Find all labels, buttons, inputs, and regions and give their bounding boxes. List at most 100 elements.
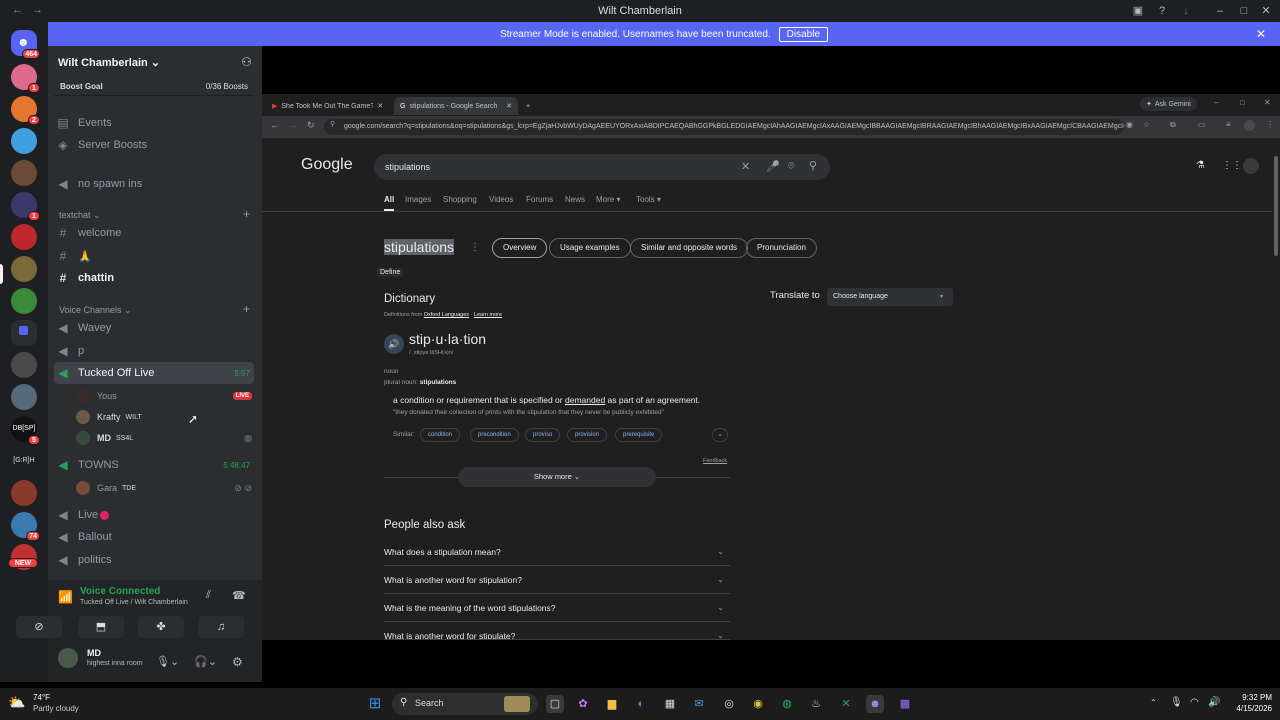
tools-button[interactable]: Tools ▾ — [636, 195, 661, 204]
clock-date[interactable]: 4/15/2026 — [1226, 704, 1272, 713]
server-icon[interactable]: 74 — [11, 512, 40, 541]
chip-similar-words[interactable]: Similar and opposite words — [630, 238, 749, 258]
location-icon[interactable]: ◉ — [1126, 120, 1133, 129]
settings-gear-icon[interactable]: ⚙ — [232, 655, 243, 669]
disable-button[interactable]: Disable — [778, 26, 829, 42]
tab-more[interactable]: More ▾ — [596, 195, 620, 204]
microphone-icon[interactable]: 🎙⌄ — [156, 655, 179, 668]
server-icon[interactable]: 1 — [11, 64, 40, 93]
back-arrow-icon[interactable]: ← — [270, 120, 279, 130]
site-info-icon[interactable]: ⚲ — [330, 120, 335, 128]
app-grid-icon[interactable]: ▩ — [896, 695, 914, 713]
bookmark-star-icon[interactable]: ☆ — [1143, 120, 1150, 129]
avatar[interactable] — [58, 648, 78, 668]
speaker-icon[interactable]: 🔊 — [384, 334, 404, 354]
voice-user-md[interactable]: MD SS4L ◍ — [76, 428, 252, 448]
server-icon[interactable]: 1 — [11, 192, 40, 221]
expand-chevron-icon[interactable]: ⌄ — [712, 428, 728, 442]
add-channel-icon[interactable]: + — [243, 302, 250, 316]
tab-all[interactable]: All — [384, 195, 395, 211]
voice-user-gara[interactable]: Gara TDE ⊘ ⊘ — [76, 478, 252, 498]
temperature[interactable]: 74°F — [33, 693, 50, 702]
channel-events[interactable]: ▤ Events — [54, 112, 254, 134]
voice-status[interactable]: Voice Connected — [80, 586, 160, 597]
server-icon[interactable] — [11, 128, 37, 154]
forward-arrow-icon[interactable]: → — [288, 120, 297, 130]
minimize-icon[interactable]: – — [1214, 98, 1218, 107]
folder-icon[interactable] — [11, 320, 37, 346]
chip-pronunciation[interactable]: Pronunciation — [746, 238, 817, 258]
oxford-link[interactable]: Oxford Languages — [424, 312, 469, 318]
search-icon[interactable]: ⚲ — [809, 159, 817, 172]
paa-question[interactable]: What is another word for stipulation? ⌄ — [384, 566, 730, 594]
reload-icon[interactable]: ↻ — [307, 120, 315, 131]
server-icon[interactable] — [11, 384, 37, 410]
google-logo[interactable]: Google — [301, 156, 353, 174]
search-box[interactable]: stipulations ✕ 🎤 ⌾ ⚲ — [374, 154, 830, 180]
account-avatar[interactable] — [1243, 158, 1259, 174]
close-icon[interactable]: ✕ — [1258, 3, 1274, 19]
discord-taskbar-icon[interactable]: ☻ — [866, 695, 884, 713]
outlook-icon[interactable]: ✉ — [690, 695, 708, 713]
home-button[interactable]: ☻ 464 — [11, 30, 40, 59]
tab-shopping[interactable]: Shopping — [443, 195, 477, 204]
lens-icon[interactable]: ⌾ — [788, 160, 795, 173]
show-more-button[interactable]: Show more ⌄ — [458, 467, 656, 487]
chrome-icon[interactable]: ◉ — [749, 695, 767, 713]
maximize-icon[interactable]: □ — [1236, 3, 1252, 19]
server-icon[interactable] — [11, 480, 37, 506]
screen-share-button[interactable]: ⬒ — [78, 616, 124, 638]
paa-question[interactable]: What is another word for stipulate? ⌄ — [384, 622, 730, 640]
add-channel-icon[interactable]: + — [243, 207, 250, 221]
labs-icon[interactable]: ⚗ — [1196, 160, 1205, 171]
address-bar[interactable]: google.com/search?q=stipulations&oq=stip… — [324, 119, 1124, 135]
activities-button[interactable]: ✤ — [138, 616, 184, 638]
copilot-icon[interactable]: ✿ — [574, 695, 592, 713]
sidebar-icon[interactable]: ▭ — [1198, 120, 1206, 129]
paa-question[interactable]: What is the meaning of the word stipulat… — [384, 594, 730, 622]
voice-channel-politics[interactable]: ◀ politics — [54, 549, 254, 571]
learn-more-link[interactable]: Learn more — [474, 312, 502, 318]
new-tab-icon[interactable]: + — [520, 97, 536, 115]
tab-videos[interactable]: Videos — [489, 195, 513, 204]
app-icon[interactable]: ◎ — [720, 695, 738, 713]
soundboard-button[interactable]: ♫ — [198, 616, 244, 638]
channel-no-spawn-ins[interactable]: ◀ no spawn ins — [54, 173, 254, 195]
server-icon[interactable] — [11, 224, 37, 250]
voice-channel-ballout[interactable]: ◀ Ballout — [54, 526, 254, 548]
wifi-icon[interactable]: ◠ — [1190, 697, 1199, 708]
voice-search-icon[interactable]: 🎤 — [766, 160, 780, 173]
close-icon[interactable]: ✕ — [1264, 98, 1271, 107]
maximize-icon[interactable]: □ — [1240, 98, 1245, 107]
category-textchat[interactable]: textchat ⌄ — [59, 210, 101, 221]
spotify-icon[interactable]: ◍ — [778, 695, 796, 713]
server-icon[interactable] — [11, 288, 37, 314]
server-icon[interactable] — [11, 352, 37, 378]
store-icon[interactable]: ▦ — [661, 695, 679, 713]
server-icon[interactable] — [11, 256, 37, 282]
minimize-icon[interactable]: – — [1212, 3, 1228, 19]
clear-icon[interactable]: ✕ — [741, 160, 750, 173]
channel-emoji[interactable]: # 🙏 — [54, 245, 254, 267]
add-member-icon[interactable]: ⚇ — [241, 55, 252, 69]
similar-word-chip[interactable]: provision — [567, 428, 608, 442]
voice-channel-towns[interactable]: ◀ TOWNS 5:48:47 — [54, 454, 254, 476]
scrollbar[interactable] — [1272, 138, 1280, 640]
feedback-link[interactable]: Feedback — [703, 458, 727, 464]
tray-chevron-icon[interactable]: ⌃ — [1150, 698, 1157, 707]
edge-icon[interactable]: ◐ — [632, 695, 650, 713]
windows-start-icon[interactable]: ⊞ — [366, 695, 384, 713]
voice-location[interactable]: Tucked Off Live / Wilt Chamberlain — [80, 599, 188, 606]
voice-channel-tucked-off-live[interactable]: ◀ Tucked Off Live 5:57 — [54, 362, 254, 384]
server-icon[interactable]: [G:R]H — [11, 448, 37, 474]
demanded-link[interactable]: demanded — [565, 395, 605, 405]
taskbar-search[interactable]: ⚲ Search — [392, 693, 538, 715]
search-input[interactable]: stipulations — [385, 162, 430, 172]
server-icon[interactable]: NEW — [8, 544, 38, 570]
language-select[interactable]: Choose language ▾ — [827, 288, 953, 306]
browser-tab[interactable]: ▶ She Took Me Out The Game?! ' ✕ — [266, 97, 392, 115]
noise-suppression-icon[interactable]: ⫽ — [206, 589, 211, 602]
similar-word-chip[interactable]: prerequisite — [615, 428, 663, 442]
similar-word-chip[interactable]: proviso — [525, 428, 561, 442]
paa-question[interactable]: What does a stipulation mean? ⌄ — [384, 538, 730, 566]
